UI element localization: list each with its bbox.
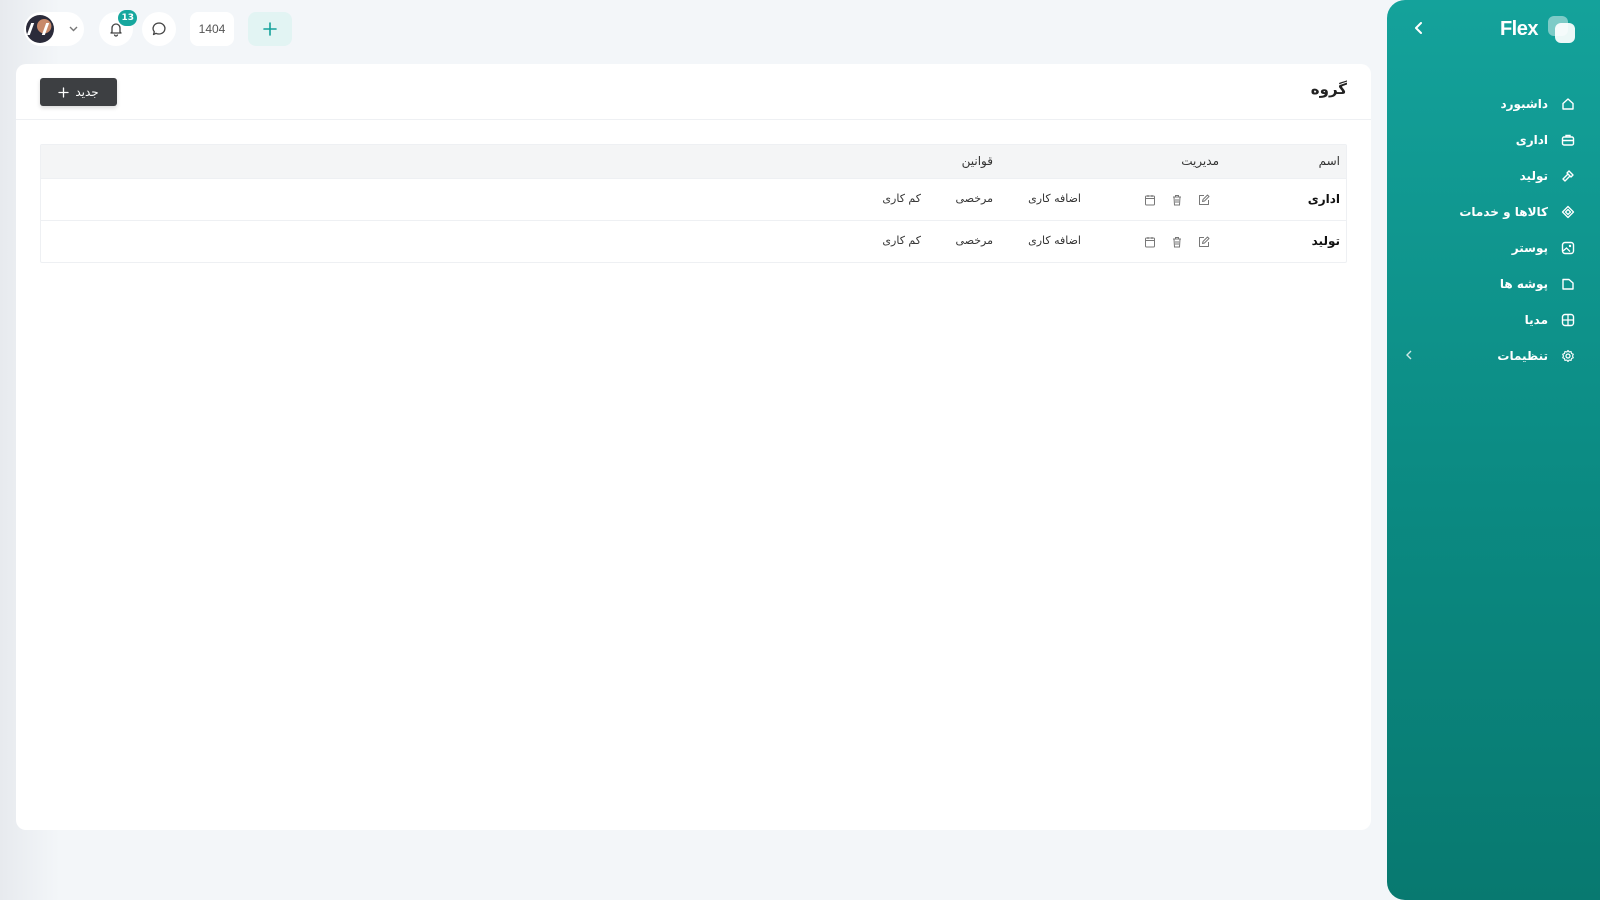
sidebar-item-dashboard[interactable]: داشبورد (1406, 86, 1576, 122)
table-row[interactable]: تولید اضافه کاری مرخصی کم کاری (41, 220, 1346, 262)
sidebar-item-settings[interactable]: تنظیمات (1406, 338, 1576, 374)
card-header: گروه جدید (16, 64, 1371, 120)
page-title: گروه (1310, 80, 1347, 98)
trash-icon (1173, 237, 1181, 248)
chevron-left-icon (1415, 22, 1422, 34)
new-button-label: جدید (75, 85, 99, 99)
rule-undertime: کم کاری (882, 234, 921, 247)
content-card: گروه جدید اسم مدیریت قوانین اداری اضافه … (16, 64, 1371, 830)
gear-icon (1560, 348, 1576, 364)
sidebar-item-label: تنظیمات (1497, 349, 1548, 363)
calendar-icon (1145, 237, 1155, 248)
header-management: مدیریت (1181, 154, 1219, 168)
avatar (26, 15, 54, 43)
sidebar-nav: داشبورد اداری تولید کالاها و خدمات پوستر… (1406, 86, 1576, 374)
sidebar-item-folders[interactable]: پوشه ها (1406, 266, 1576, 302)
header-name: اسم (1318, 154, 1340, 168)
rule-overtime: اضافه کاری (1028, 234, 1081, 247)
folder-icon (1560, 276, 1576, 292)
table-row[interactable]: اداری اضافه کاری مرخصی کم کاری (41, 178, 1346, 220)
brand[interactable]: Flex (1500, 14, 1576, 44)
sidebar-item-office[interactable]: اداری (1406, 122, 1576, 158)
sidebar-item-poster[interactable]: پوستر (1406, 230, 1576, 266)
year-selector[interactable]: 1404 (190, 12, 234, 46)
calendar-icon (1145, 195, 1155, 206)
brand-logo-icon (1546, 14, 1576, 44)
rule-overtime: اضافه کاری (1028, 192, 1081, 205)
edit-icon (1199, 194, 1210, 205)
sidebar-item-products-services[interactable]: کالاها و خدمات (1406, 194, 1576, 230)
sidebar: Flex داشبورد اداری تولید کالاها و خدمات … (1387, 0, 1600, 900)
groups-table: اسم مدیریت قوانین اداری اضافه کاری مرخصی… (40, 144, 1347, 263)
user-menu[interactable] (24, 12, 84, 46)
sidebar-item-label: کالاها و خدمات (1459, 205, 1548, 219)
notification-badge: 13 (118, 10, 137, 26)
calendar-button[interactable] (1142, 192, 1158, 208)
edit-icon (1199, 236, 1210, 247)
chevron-down-icon (69, 26, 78, 32)
delete-button[interactable] (1169, 234, 1185, 250)
notifications-button[interactable]: 13 (99, 10, 137, 46)
new-button[interactable]: جدید (40, 78, 117, 106)
row-name: اداری (1307, 192, 1340, 206)
sidebar-item-label: پوستر (1511, 241, 1548, 255)
plus-icon (263, 22, 277, 36)
rule-undertime: کم کاری (882, 192, 921, 205)
sidebar-item-production[interactable]: تولید (1406, 158, 1576, 194)
table-header: اسم مدیریت قوانین (41, 145, 1346, 178)
sidebar-item-label: اداری (1515, 133, 1548, 147)
sidebar-item-label: پوشه ها (1499, 277, 1548, 291)
chat-button[interactable] (142, 12, 176, 46)
box-icon (1560, 204, 1576, 220)
calendar-button[interactable] (1142, 234, 1158, 250)
rule-leave: مرخصی (955, 192, 993, 205)
edit-button[interactable] (1196, 192, 1212, 208)
sidebar-item-media[interactable]: مدیا (1406, 302, 1576, 338)
media-grid-icon (1560, 312, 1576, 328)
brand-name: Flex (1499, 17, 1539, 40)
trash-icon (1173, 195, 1181, 206)
briefcase-icon (1560, 132, 1576, 148)
quick-add-button[interactable] (248, 12, 292, 46)
sidebar-item-label: داشبورد (1500, 97, 1548, 111)
sidebar-item-label: مدیا (1524, 313, 1548, 327)
rule-leave: مرخصی (955, 234, 993, 247)
hammer-icon (1560, 168, 1576, 184)
plus-icon (58, 86, 69, 98)
delete-button[interactable] (1169, 192, 1185, 208)
image-icon (1560, 240, 1576, 256)
chevron-left-icon (1406, 350, 1412, 360)
home-icon (1560, 96, 1576, 112)
edit-button[interactable] (1196, 234, 1212, 250)
header-rules: قوانین (961, 154, 993, 168)
chat-icon (152, 22, 166, 36)
sidebar-item-label: تولید (1519, 169, 1548, 183)
sidebar-collapse-button[interactable] (1409, 18, 1429, 38)
row-name: تولید (1311, 234, 1340, 248)
